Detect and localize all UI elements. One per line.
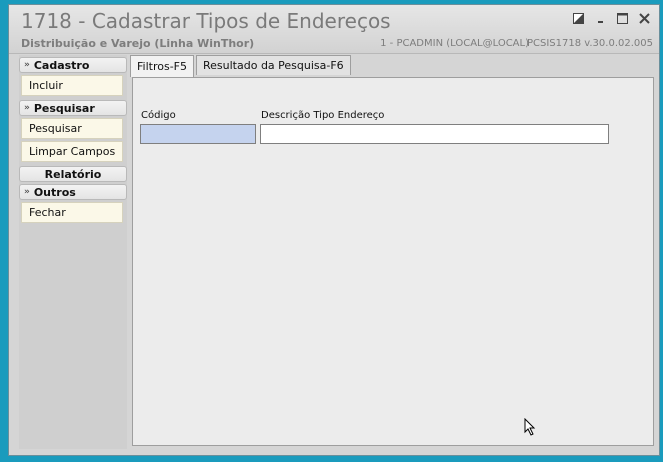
tab-resultado-pesquisa[interactable]: Resultado da Pesquisa-F6 bbox=[196, 55, 351, 75]
descricao-label: Descrição Tipo Endereço bbox=[261, 110, 385, 121]
section-label: Outros bbox=[33, 185, 76, 199]
descricao-input[interactable] bbox=[260, 124, 609, 144]
sidebar-section-pesquisar[interactable]: » Pesquisar bbox=[19, 100, 127, 116]
tab-filtros[interactable]: Filtros-F5 bbox=[130, 55, 194, 77]
window-controls bbox=[571, 11, 651, 25]
sidebar-section-outros[interactable]: » Outros bbox=[19, 184, 127, 200]
sidebar-section-relatorio[interactable]: Relatório bbox=[19, 166, 127, 182]
maximize-icon[interactable] bbox=[615, 11, 629, 25]
title-bar[interactable]: 1718 - Cadastrar Tipos de Endereços Dist… bbox=[9, 5, 659, 54]
minimize-icon[interactable] bbox=[593, 11, 607, 25]
app-window: 1718 - Cadastrar Tipos de Endereços Dist… bbox=[8, 4, 660, 456]
section-label: Relatório bbox=[44, 167, 102, 181]
tab-strip: Filtros-F5 Resultado da Pesquisa-F6 bbox=[130, 55, 353, 77]
sidebar-item-pesquisar[interactable]: Pesquisar bbox=[21, 118, 123, 139]
sidebar-item-limpar-campos[interactable]: Limpar Campos bbox=[21, 141, 123, 162]
codigo-input[interactable] bbox=[140, 124, 256, 144]
restore-icon[interactable] bbox=[571, 11, 585, 25]
section-label: Cadastro bbox=[33, 58, 90, 72]
mouse-pointer-icon bbox=[524, 417, 536, 440]
codigo-label: Código bbox=[141, 110, 176, 121]
filters-panel: Código Descrição Tipo Endereço bbox=[132, 77, 654, 446]
chevron-double-down-icon: » bbox=[24, 187, 30, 197]
chevron-double-down-icon: » bbox=[24, 60, 30, 70]
sidebar-section-cadastro[interactable]: » Cadastro bbox=[19, 57, 127, 73]
window-subtitle: Distribuição e Varejo (Linha WinThor) bbox=[21, 37, 255, 50]
user-info: 1 - PCADMIN (LOCAL@LOCAL) bbox=[380, 38, 529, 49]
close-icon[interactable] bbox=[637, 11, 651, 25]
main-area: Filtros-F5 Resultado da Pesquisa-F6 Códi… bbox=[130, 53, 656, 450]
sidebar: » Cadastro Incluir » Pesquisar Pesquisar… bbox=[19, 55, 127, 449]
window-title: 1718 - Cadastrar Tipos de Endereços bbox=[21, 9, 391, 33]
chevron-double-down-icon: » bbox=[24, 103, 30, 113]
version-info: PCSIS1718 v.30.0.02.005 bbox=[526, 38, 653, 49]
section-label: Pesquisar bbox=[33, 101, 95, 115]
sidebar-item-fechar[interactable]: Fechar bbox=[21, 202, 123, 223]
sidebar-item-incluir[interactable]: Incluir bbox=[21, 75, 123, 96]
